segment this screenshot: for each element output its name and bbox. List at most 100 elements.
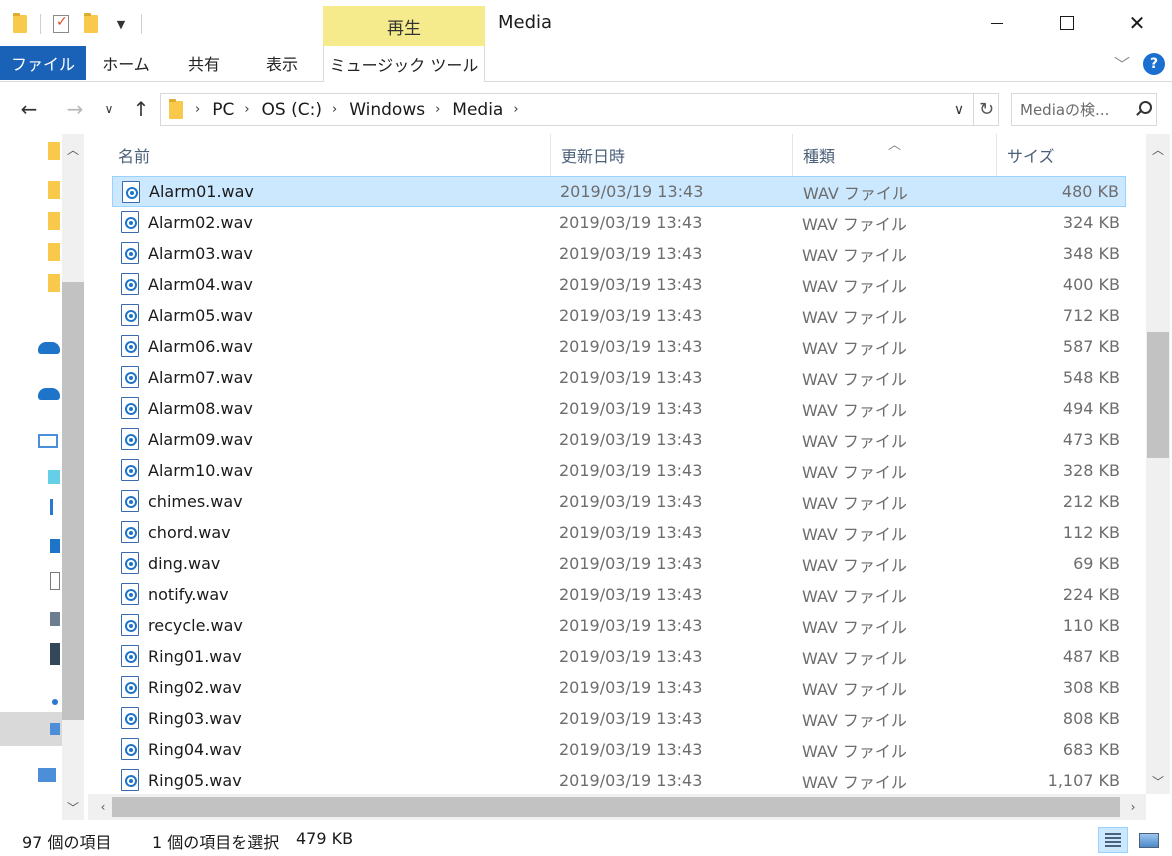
scroll-right-button[interactable]: › <box>1122 796 1144 818</box>
file-row[interactable]: Alarm02.wav 2019/03/19 13:43 WAV ファイル 324 K… <box>112 207 1126 238</box>
breadcrumb-pc[interactable]: PC <box>212 100 234 120</box>
breadcrumb-separator-icon[interactable]: › <box>195 102 200 117</box>
file-row[interactable]: Alarm06.wav 2019/03/19 13:43 WAV ファイル 587 K… <box>112 331 1126 362</box>
refresh-button[interactable]: ↻ <box>973 94 999 125</box>
file-name: Alarm10.wav <box>148 461 253 480</box>
horizontal-scroll-thumb[interactable] <box>112 797 1120 817</box>
scroll-up-button[interactable]: ︿ <box>1147 138 1169 160</box>
tab-file[interactable]: ファイル <box>0 46 86 80</box>
file-row[interactable]: Alarm08.wav 2019/03/19 13:43 WAV ファイル 494 K… <box>112 393 1126 424</box>
file-row[interactable]: Alarm07.wav 2019/03/19 13:43 WAV ファイル 548 K… <box>112 362 1126 393</box>
this-pc-icon[interactable] <box>38 434 58 448</box>
nav-scroll-up-button[interactable]: ︿ <box>62 138 84 160</box>
file-type: WAV ファイル <box>802 307 907 327</box>
back-button[interactable]: ← <box>16 96 42 122</box>
desktop-icon[interactable] <box>50 539 60 553</box>
file-row[interactable]: Alarm10.wav 2019/03/19 13:43 WAV ファイル 328 K… <box>112 455 1126 486</box>
tab-view[interactable]: 表示 <box>248 46 316 80</box>
file-list-scrollbar[interactable] <box>1146 134 1170 794</box>
chevron-up-icon: ︿ <box>66 142 79 157</box>
expand-ribbon-button[interactable]: ﹀ <box>1110 52 1134 74</box>
file-row[interactable]: Alarm04.wav 2019/03/19 13:43 WAV ファイル 400 K… <box>112 269 1126 300</box>
breadcrumb-separator-icon[interactable]: › <box>332 102 337 117</box>
customize-toolbar-dropdown[interactable]: ▼ <box>111 13 131 35</box>
file-size: 224 KB <box>1062 585 1120 604</box>
file-list-scroll-thumb[interactable] <box>1147 332 1169 458</box>
new-folder-button[interactable] <box>81 13 101 35</box>
address-bar[interactable]: › PC › OS (C:) › Windows › Media › ∨ ↻ <box>160 93 999 126</box>
file-row[interactable]: Alarm05.wav 2019/03/19 13:43 WAV ファイル 712 K… <box>112 300 1126 331</box>
breadcrumb-separator-icon[interactable]: › <box>513 102 518 117</box>
scroll-left-button[interactable]: ‹ <box>92 796 114 818</box>
file-row[interactable]: Ring05.wav 2019/03/19 13:43 WAV ファイル 1,107 … <box>112 765 1126 794</box>
recent-locations-button[interactable]: ∨ <box>100 96 118 122</box>
up-button[interactable]: ↑ <box>128 96 154 122</box>
nav-scroll-down-button[interactable]: ﹀ <box>62 796 84 818</box>
quick-access-toolbar: ▼ <box>10 10 142 38</box>
onedrive-icon[interactable] <box>38 388 60 400</box>
minimize-icon <box>991 22 1003 24</box>
pictures-icon[interactable] <box>50 612 60 626</box>
file-type: WAV ファイル <box>802 338 907 358</box>
file-row[interactable]: Alarm03.wav 2019/03/19 13:43 WAV ファイル 348 K… <box>112 238 1126 269</box>
file-type: WAV ファイル <box>802 586 907 606</box>
search-icon[interactable] <box>1132 99 1154 121</box>
3d-objects-icon[interactable] <box>48 470 60 484</box>
file-date: 2019/03/19 13:43 <box>559 213 703 232</box>
maximize-button[interactable] <box>1032 0 1102 46</box>
file-row[interactable]: chimes.wav 2019/03/19 13:43 WAV ファイル 212 KB <box>112 486 1126 517</box>
details-view-button[interactable] <box>1098 827 1128 853</box>
file-row[interactable]: ding.wav 2019/03/19 13:43 WAV ファイル 69 KB <box>112 548 1126 579</box>
file-row[interactable]: chord.wav 2019/03/19 13:43 WAV ファイル 112 KB <box>112 517 1126 548</box>
windows-drive-icon[interactable] <box>50 723 60 735</box>
videos-icon[interactable] <box>50 643 60 665</box>
forward-button[interactable]: → <box>62 96 88 122</box>
large-icons-view-button[interactable] <box>1134 827 1164 853</box>
file-row[interactable]: Alarm01.wav 2019/03/19 13:43 WAV ファイル 480 K… <box>112 176 1126 207</box>
file-type: WAV ファイル <box>802 710 907 730</box>
scroll-down-button[interactable]: ﹀ <box>1147 770 1169 792</box>
file-date: 2019/03/19 13:43 <box>559 740 703 759</box>
breadcrumb-separator-icon[interactable]: › <box>435 102 440 117</box>
breadcrumb-windows[interactable]: Windows <box>349 100 425 120</box>
wav-file-icon <box>121 583 139 605</box>
column-header-size[interactable]: サイズ <box>996 134 1128 176</box>
file-row[interactable]: notify.wav 2019/03/19 13:43 WAV ファイル 224 KB <box>112 579 1126 610</box>
folder-icon[interactable] <box>48 243 60 261</box>
nav-pane-scroll-thumb[interactable] <box>62 282 84 720</box>
file-row[interactable]: recycle.wav 2019/03/19 13:43 WAV ファイル 110 K… <box>112 610 1126 641</box>
close-button[interactable]: ✕ <box>1102 0 1172 46</box>
new-folder-icon <box>84 13 98 33</box>
tab-home[interactable]: ホーム <box>92 46 160 80</box>
breadcrumb-separator-icon[interactable]: › <box>244 102 249 117</box>
search-input[interactable] <box>1020 95 1132 124</box>
file-row[interactable]: Ring01.wav 2019/03/19 13:43 WAV ファイル 487 KB <box>112 641 1126 672</box>
network-icon[interactable] <box>38 768 56 782</box>
tab-music-tools[interactable]: ミュージック ツール <box>323 46 485 82</box>
properties-button[interactable] <box>51 13 71 35</box>
minimize-button[interactable] <box>962 0 1032 46</box>
folder-icon[interactable] <box>48 212 60 230</box>
folder-icon[interactable] <box>48 142 60 160</box>
documents-icon[interactable] <box>50 572 60 590</box>
breadcrumb-media[interactable]: Media <box>452 100 503 120</box>
folder-icon[interactable] <box>48 181 60 199</box>
chevron-down-icon: ﹀ <box>1113 55 1130 74</box>
downloads-icon[interactable] <box>50 499 60 515</box>
file-row[interactable]: Alarm09.wav 2019/03/19 13:43 WAV ファイル 473 K… <box>112 424 1126 455</box>
file-row[interactable]: Ring03.wav 2019/03/19 13:43 WAV ファイル 808 KB <box>112 703 1126 734</box>
address-history-dropdown[interactable]: ∨ <box>947 94 971 125</box>
onedrive-icon[interactable] <box>38 342 60 354</box>
column-header-name[interactable]: 名前 <box>108 134 550 176</box>
file-row[interactable]: Ring02.wav 2019/03/19 13:43 WAV ファイル 308 KB <box>112 672 1126 703</box>
search-box[interactable] <box>1011 93 1157 126</box>
breadcrumb-os-drive[interactable]: OS (C:) <box>262 100 322 120</box>
music-icon[interactable] <box>52 699 58 705</box>
column-header-date[interactable]: 更新日時 <box>550 134 792 176</box>
folder-icon[interactable] <box>48 274 60 292</box>
file-row[interactable]: Ring04.wav 2019/03/19 13:43 WAV ファイル 683 KB <box>112 734 1126 765</box>
title-bar: ▼ 再生 Media ✕ <box>0 0 1172 46</box>
help-button[interactable]: ? <box>1143 53 1165 75</box>
tab-share[interactable]: 共有 <box>168 46 240 80</box>
file-name: Ring04.wav <box>148 740 242 759</box>
